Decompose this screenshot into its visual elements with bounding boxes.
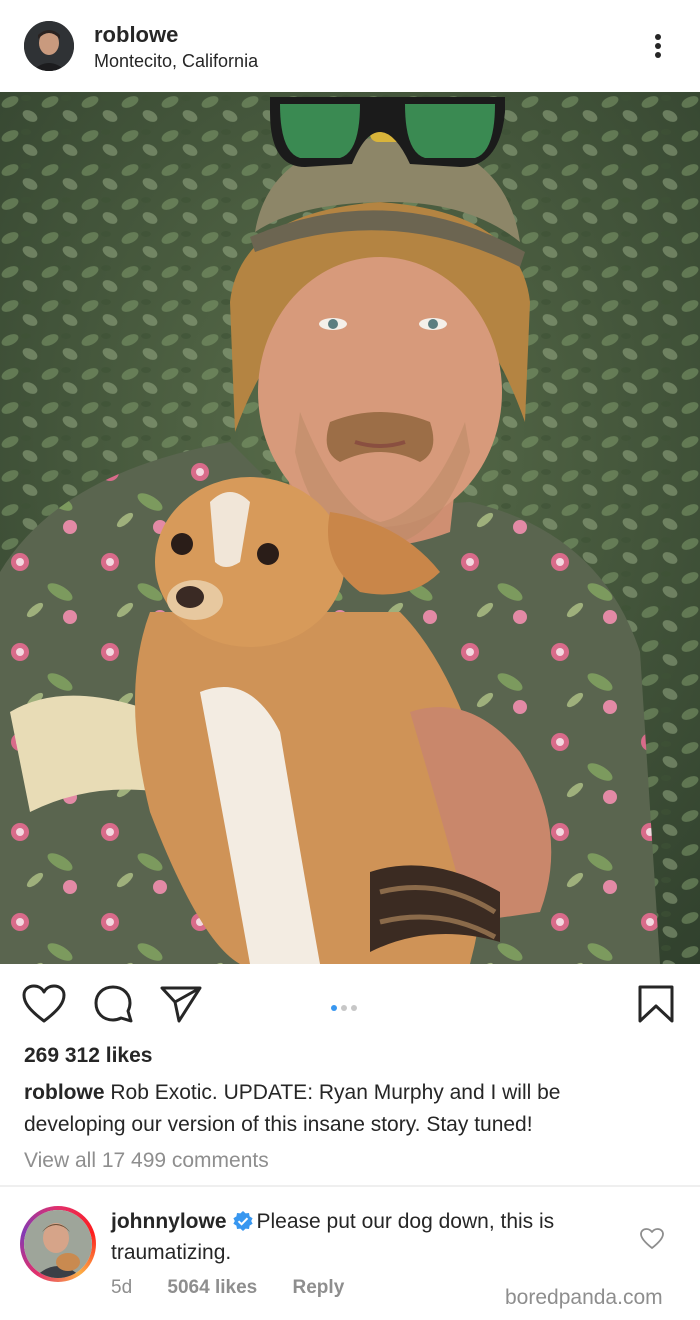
- comment-body: johnnylowe Please put our dog down, this …: [111, 1208, 581, 1267]
- heart-icon[interactable]: [22, 984, 66, 1029]
- bookmark-icon[interactable]: [636, 984, 676, 1029]
- post-username[interactable]: roblowe: [94, 22, 178, 48]
- watermark: boredpanda.com: [505, 1286, 663, 1309]
- reply-button[interactable]: Reply: [293, 1277, 345, 1298]
- verified-badge-icon: [232, 1211, 253, 1239]
- comment-username[interactable]: johnnylowe: [111, 1210, 227, 1233]
- comment-meta: 5d 5064 likes Reply: [111, 1277, 374, 1299]
- heart-icon[interactable]: [640, 1228, 664, 1255]
- post-header: roblowe Montecito, California: [0, 0, 700, 92]
- caption-username[interactable]: roblowe: [24, 1081, 105, 1104]
- comment-avatar[interactable]: [20, 1206, 96, 1282]
- comment-age: 5d: [111, 1277, 133, 1298]
- more-vertical-icon[interactable]: [640, 26, 676, 66]
- comment-likes[interactable]: 5064 likes: [167, 1277, 257, 1298]
- post-location[interactable]: Montecito, California: [94, 51, 258, 72]
- user-avatar[interactable]: [24, 21, 74, 71]
- comment-bubble-icon[interactable]: [92, 984, 134, 1029]
- send-icon[interactable]: [160, 984, 202, 1029]
- carousel-indicator: [331, 998, 361, 1011]
- post-photo[interactable]: [0, 92, 700, 964]
- view-all-comments-link[interactable]: View all 17 499 comments: [24, 1149, 269, 1173]
- likes-count[interactable]: 269 312 likes: [24, 1044, 152, 1068]
- divider: [0, 1185, 700, 1187]
- caption-text: Rob Exotic. UPDATE: Ryan Murphy and I wi…: [24, 1081, 561, 1136]
- post-caption: roblowe Rob Exotic. UPDATE: Ryan Murphy …: [24, 1077, 664, 1141]
